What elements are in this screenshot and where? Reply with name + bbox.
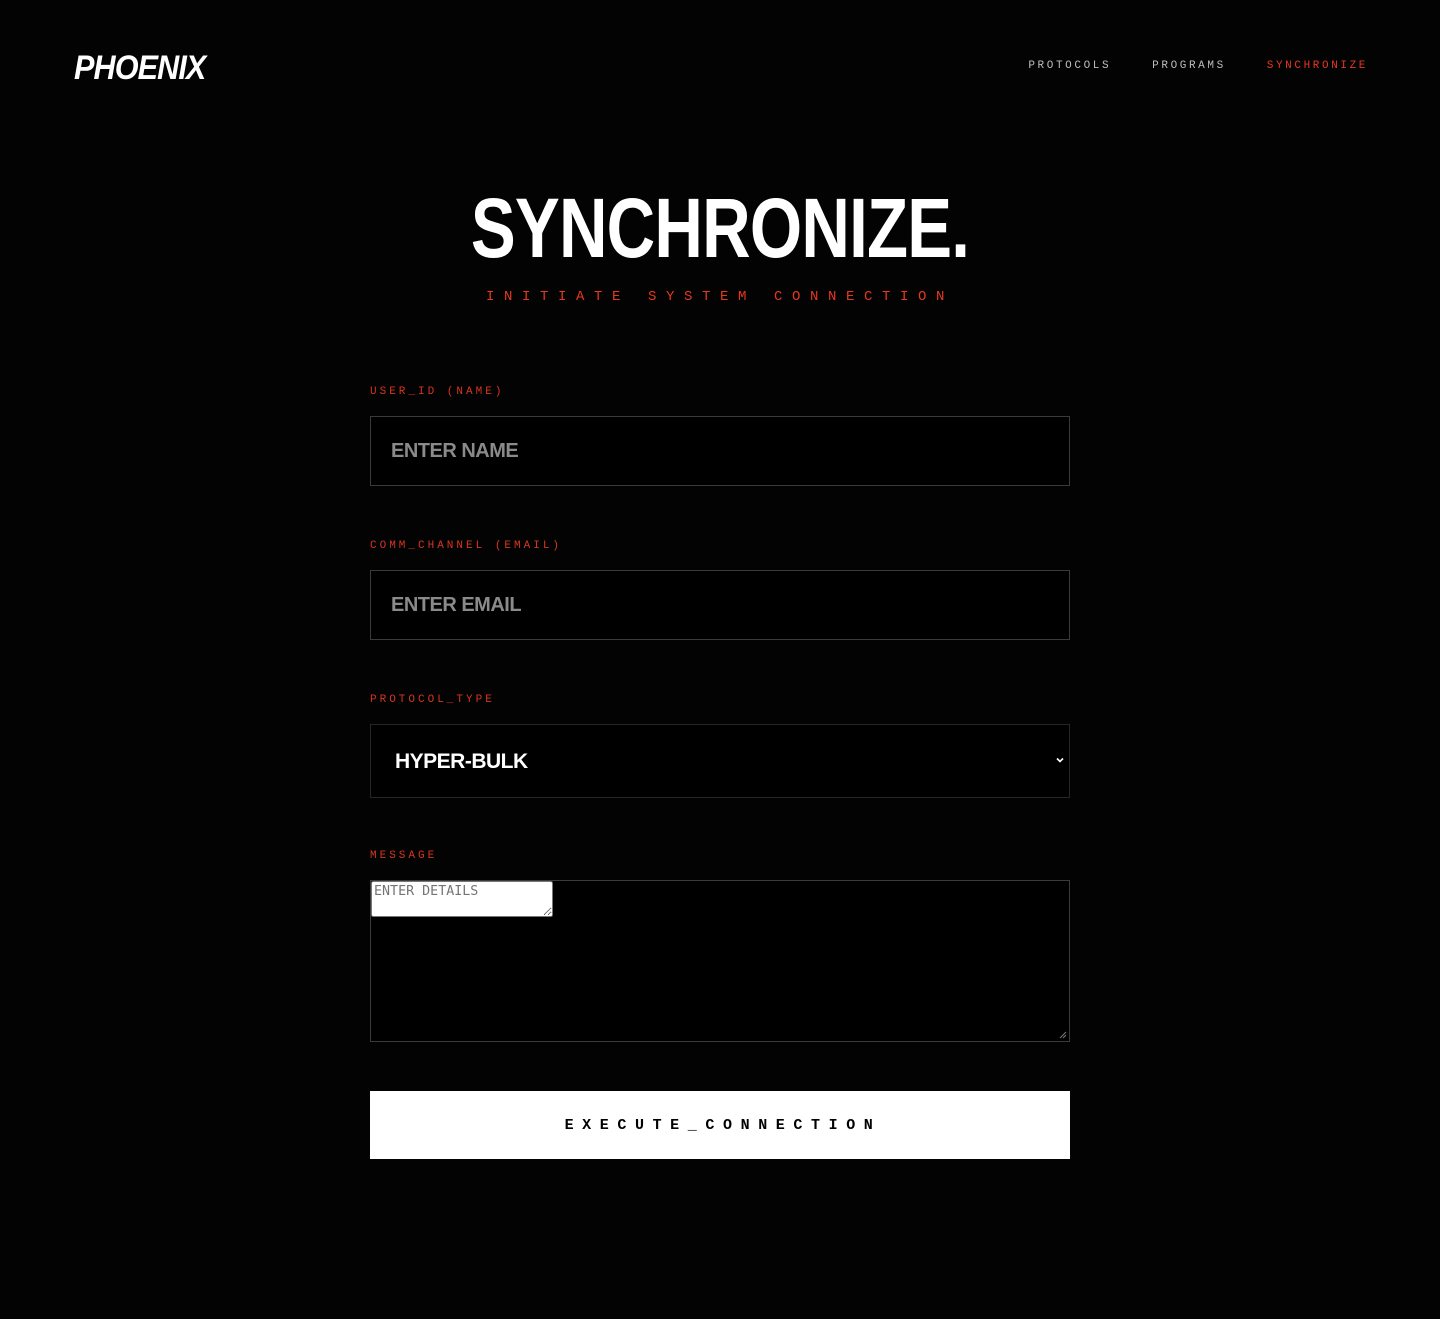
page-subtitle: INITIATE SYSTEM CONNECTION [485,289,955,305]
page-title: SYNCHRONIZE. [470,181,970,275]
message-textarea[interactable] [371,881,553,917]
email-field-group: COMM_CHANNEL (EMAIL) [370,538,1070,640]
protocol-select[interactable]: HYPER-BULK [370,724,1070,798]
name-field-label: USER_ID (NAME) [370,386,505,398]
main-nav: PROTOCOLS PROGRAMS SYNCHRONIZE [1028,59,1368,73]
resize-grip-icon[interactable] [1057,1029,1067,1039]
nav-link-protocols[interactable]: PROTOCOLS [1028,59,1111,73]
nav-link-programs[interactable]: PROGRAMS [1152,59,1226,73]
name-field-container [370,416,1070,486]
email-field-container [370,570,1070,640]
protocol-field-label: PROTOCOL_TYPE [370,694,495,706]
email-field-label: COMM_CHANNEL (EMAIL) [370,540,563,552]
chevron-down-icon [1056,757,1064,763]
name-input[interactable] [371,417,1069,485]
name-field-group: USER_ID (NAME) [370,384,1070,486]
message-field-label: MESSAGE [370,850,438,862]
message-field-container [370,880,1070,1042]
nav-link-synchronize[interactable]: SYNCHRONIZE [1267,59,1368,73]
protocol-selected-value: HYPER-BULK [395,750,528,773]
execute-connection-button[interactable]: EXECUTE_CONNECTION [370,1091,1070,1159]
connection-form: USER_ID (NAME) COMM_CHANNEL (EMAIL) PROT… [370,384,1070,1094]
phoenix-logo[interactable]: PHOENIX [74,50,206,86]
protocol-field-group: PROTOCOL_TYPE HYPER-BULK [370,692,1070,798]
message-field-group: MESSAGE [370,848,1070,1042]
email-input[interactable] [371,571,1069,639]
